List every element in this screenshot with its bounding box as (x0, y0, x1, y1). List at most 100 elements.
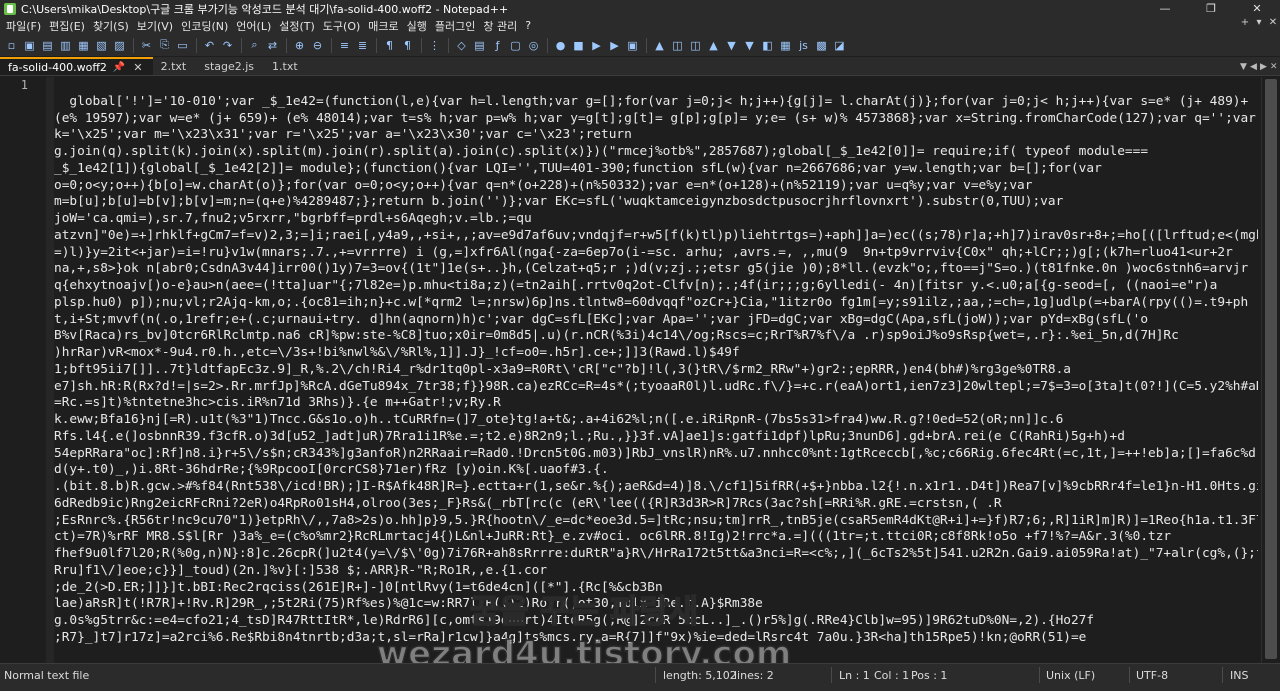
indent-guide-icon[interactable]: ⋮ (426, 37, 443, 54)
save-all-icon[interactable]: ▥ (57, 37, 74, 54)
status-divider (655, 667, 656, 683)
tab-1-txt[interactable]: 1.txt (264, 57, 308, 75)
format-icon[interactable]: ▩ (813, 37, 830, 54)
status-eol[interactable]: Unix (LF) (1046, 669, 1095, 682)
save-macro-icon[interactable]: ▣ (624, 37, 641, 54)
show-all-chars-icon[interactable]: ¶ (399, 37, 416, 54)
code-area[interactable]: global['!']='10-010';var _$_1e42=(functi… (54, 77, 1258, 663)
tab-list-icon[interactable]: ▼ (1240, 62, 1250, 72)
play-icon[interactable]: ▶ (588, 37, 605, 54)
code-line: o=0;o<y;o++){b[o]=w.charAt(o)};for(var o… (54, 177, 1033, 193)
monitoring-icon[interactable]: ◎ (525, 37, 542, 54)
save-icon[interactable]: ▤ (39, 37, 56, 54)
open-file-icon[interactable]: ▣ (21, 37, 38, 54)
menu-plugins[interactable]: 플러그인 (431, 18, 479, 34)
diff-icon[interactable]: ◧ (759, 37, 776, 54)
tab-bar: fa-solid-400.woff2 📌 ✕ 2.txt stage2.js 1… (0, 57, 1280, 76)
code-line: 1;bft95ii7[]]..7t}ldtfapEc3z.9]_R,%.2\/c… (54, 361, 1071, 377)
menu-language[interactable]: 언어(L) (232, 18, 275, 34)
status-insert-mode[interactable]: INS (1230, 669, 1248, 682)
code-line: _$_1e42[1]){global[_$_1e42[2]]= module};… (54, 160, 1102, 176)
editor[interactable]: 1 global['!']='10-010';var _$_1e42=(func… (0, 77, 1280, 663)
scroll-right-icon[interactable]: ▶ (1260, 62, 1270, 72)
udl-icon[interactable]: ◇ (453, 37, 470, 54)
zoom-in-icon[interactable]: ⊕ (291, 37, 308, 54)
tab-label: fa-solid-400.woff2 (8, 60, 107, 74)
status-divider (831, 667, 832, 683)
mark-icon[interactable]: ◪ (831, 37, 848, 54)
js-icon[interactable]: js (795, 37, 812, 54)
status-encoding[interactable]: UTF-8 (1136, 669, 1168, 682)
replace-icon[interactable]: ⇄ (264, 37, 281, 54)
zoom-out-icon[interactable]: ⊖ (309, 37, 326, 54)
notepad-plus-plus-icon (4, 2, 16, 15)
menu-right-controls: + ▾ ✕ (1238, 17, 1280, 34)
code-line: q{ehxytnoajv[)o-e}au>n(aee=(!tta]uar"{;7… (54, 278, 1218, 293)
word-wrap-icon[interactable]: ¶ (381, 37, 398, 54)
close-doc-icon[interactable]: ✕ (1266, 17, 1280, 34)
vertical-scrollbar[interactable] (1261, 77, 1280, 663)
fold-margin[interactable] (46, 77, 54, 663)
play-multi-icon[interactable]: ▶ (606, 37, 623, 54)
menu-window[interactable]: 창 관리 (479, 18, 521, 34)
scroll-left-icon[interactable]: ◀ (1250, 62, 1260, 72)
bookmark-icon[interactable]: ▲ (651, 37, 668, 54)
find-icon[interactable]: ⌕ (246, 37, 263, 54)
undo-icon[interactable]: ↶ (201, 37, 218, 54)
tab-2-txt[interactable]: 2.txt (153, 57, 197, 75)
menu-run[interactable]: 실행 (403, 18, 431, 34)
code-line: ;de_2(>D.ER;]]}]t.bBI:Rec2rqciss(261E]R+… (54, 579, 663, 595)
toolbar-separator (376, 37, 377, 53)
menu-view[interactable]: 보기(V) (133, 18, 177, 34)
folder-workspace-icon[interactable]: ▢ (507, 37, 524, 54)
tab-stage2-js[interactable]: stage2.js (196, 57, 264, 75)
pin-icon[interactable]: 📌 (113, 62, 125, 73)
sync-h-icon[interactable]: ≣ (354, 37, 371, 54)
menu-bar: 파일(F) 편집(E) 찾기(S) 보기(V) 인코딩(N) 언어(L) 설정(… (0, 17, 1280, 34)
menu-help[interactable]: ? (521, 19, 535, 32)
new-file-icon[interactable]: ▫ (3, 37, 20, 54)
menu-file[interactable]: 파일(F) (2, 18, 45, 34)
print-icon[interactable]: ▨ (111, 37, 128, 54)
up-icon[interactable]: ▲ (705, 37, 722, 54)
list-icon[interactable]: ▦ (777, 37, 794, 54)
record-icon[interactable]: ● (552, 37, 569, 54)
doc-map-icon[interactable]: ▤ (471, 37, 488, 54)
paste-icon[interactable]: ▭ (174, 37, 191, 54)
redo-icon[interactable]: ↷ (219, 37, 236, 54)
maximize-button[interactable]: ❐ (1188, 0, 1234, 17)
compare-2-icon[interactable]: ◫ (687, 37, 704, 54)
menu-encoding[interactable]: 인코딩(N) (177, 18, 232, 34)
cut-icon[interactable]: ✂ (138, 37, 155, 54)
scrollbar-thumb[interactable] (1265, 79, 1277, 659)
copy-icon[interactable]: ⎘ (156, 37, 173, 54)
close-all-icon[interactable]: ▧ (93, 37, 110, 54)
chevron-down-icon[interactable]: ▾ (1252, 17, 1266, 34)
stop-icon[interactable]: ■ (570, 37, 587, 54)
menu-tools[interactable]: 도구(O) (319, 18, 364, 34)
down-2-icon[interactable]: ▼ (741, 37, 758, 54)
close-icon[interactable]: ▦ (75, 37, 92, 54)
code-line: k='\x25';var m='\x23\x31';var r='\x25';v… (54, 127, 632, 143)
code-line: ;EsRnrc%.{R56tr!nc9cu70"1)}etpRh\/,,7a8>… (54, 512, 1258, 528)
menu-macro[interactable]: 매크로 (364, 18, 402, 34)
menu-settings[interactable]: 설정(T) (275, 18, 319, 34)
compare-icon[interactable]: ◫ (669, 37, 686, 54)
code-line: 54epRRara"oc]:Rf]n8.i}r+5\/s$n;cR343%]g3… (54, 445, 1258, 461)
close-tab-icon[interactable]: ✕ (1270, 62, 1280, 72)
code-line: Rru]f1\/]eoe;c}}]_toud)(2n.]%v}[:]538 $;… (54, 562, 548, 578)
close-button[interactable]: ✕ (1234, 0, 1280, 17)
toolbar-separator (331, 37, 332, 53)
menu-edit[interactable]: 편집(E) (45, 18, 89, 34)
minimize-button[interactable]: — (1142, 0, 1188, 17)
sync-v-icon[interactable]: ≡ (336, 37, 353, 54)
code-line: 6dRedb9ic)Rng2eicRFcRni?2eR)o4RpRo01sH4,… (54, 495, 1002, 511)
toolbar: ▫ ▣ ▤ ▥ ▦ ▧ ▨ ✂ ⎘ ▭ ↶ ↷ ⌕ ⇄ ⊕ ⊖ ≡ ≣ ¶ ¶ ⋮ ◇ ▤ ƒ ▢ ◎ ● ■ ▶ ▶ ▣ ▲ ◫ ◫ ▲ ▼ ▼ ◧ ▦ j… (0, 34, 1280, 56)
code-line: (e% 19597);var w=e* (j+ 659)+ (e% 48014)… (54, 110, 1256, 126)
new-tab-icon[interactable]: + (1238, 17, 1252, 34)
function-list-icon[interactable]: ƒ (489, 37, 506, 54)
close-tab-icon[interactable]: ✕ (133, 61, 142, 74)
down-icon[interactable]: ▼ (723, 37, 740, 54)
tab-fa-solid-400[interactable]: fa-solid-400.woff2 📌 ✕ (0, 57, 153, 75)
menu-search[interactable]: 찾기(S) (89, 18, 133, 34)
